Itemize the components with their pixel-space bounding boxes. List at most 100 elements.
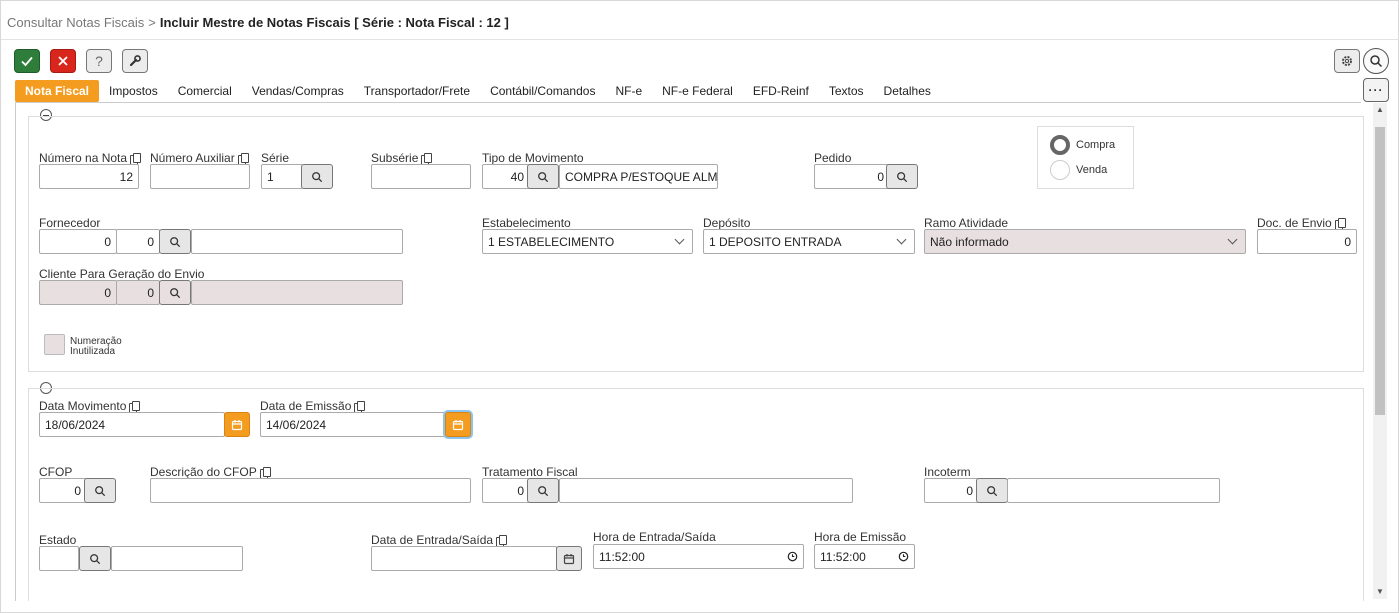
copy-icon[interactable] [496, 534, 508, 547]
tipo-movimento-description: COMPRA P/ESTOQUE ALMOX [559, 164, 718, 189]
tab-detalhes[interactable]: Detalhes [874, 80, 941, 102]
tratamento-fiscal-input[interactable]: 0 [482, 478, 530, 503]
copy-icon[interactable] [1334, 217, 1346, 230]
calendar-icon [563, 553, 575, 564]
scroll-down-icon[interactable]: ▼ [1374, 587, 1386, 596]
form-content: Número na Nota 12 Número Auxiliar Série … [15, 103, 1373, 601]
hora-entrada-saida-input[interactable]: 11:52:00 [593, 544, 804, 569]
numeracao-inutilizada-label: Numeração Inutilizada [70, 336, 122, 357]
radio-compra[interactable]: Compra [1050, 135, 1115, 155]
copy-icon[interactable] [421, 152, 433, 165]
cliente-envio-code1-input[interactable]: 0 [39, 280, 117, 305]
cliente-envio-search-button[interactable] [159, 280, 191, 305]
doc-envio-label: Doc. de Envio [1257, 216, 1346, 230]
cfop-search-button[interactable] [84, 478, 116, 503]
tools-button[interactable] [122, 49, 148, 73]
copy-icon[interactable] [130, 152, 142, 165]
tab-impostos[interactable]: Impostos [99, 80, 168, 102]
estabelecimento-value: 1 ESTABELECIMENTO [488, 234, 615, 249]
search-icon [897, 171, 908, 182]
radio-compra-circle[interactable] [1050, 135, 1070, 155]
global-search-button[interactable] [1363, 48, 1389, 74]
scroll-up-icon[interactable]: ▲ [1374, 105, 1386, 114]
serie-search-button[interactable] [301, 164, 333, 189]
incoterm-input[interactable]: 0 [924, 478, 979, 503]
settings-button[interactable] [1334, 49, 1360, 73]
deposito-select[interactable]: 1 DEPOSITO ENTRADA [703, 229, 915, 254]
cfop-input[interactable]: 0 [39, 478, 87, 503]
hora-emissao-input[interactable]: 11:52:00 [814, 544, 915, 569]
section-datas: Data Movimento 18/06/2024 Data de Emissã… [28, 388, 1364, 601]
data-emissao-label: Data de Emissão [260, 399, 366, 413]
tipo-movimento-code-input[interactable]: 40 [482, 164, 530, 189]
help-button[interactable]: ? [86, 49, 112, 73]
estado-search-button[interactable] [79, 546, 111, 571]
breadcrumb-separator: > [148, 15, 156, 30]
estabelecimento-select[interactable]: 1 ESTABELECIMENTO [482, 229, 693, 254]
tratamento-fiscal-search-button[interactable] [527, 478, 559, 503]
descricao-cfop-input[interactable] [150, 478, 471, 503]
copy-icon[interactable] [237, 152, 249, 165]
cliente-envio-label: Cliente Para Geração do Envio [39, 267, 205, 281]
hora-entrada-saida-value: 11:52:00 [599, 549, 645, 564]
data-emissao-input[interactable]: 14/06/2024 [260, 412, 446, 437]
serie-label: Série [261, 151, 290, 165]
copy-icon[interactable] [129, 400, 141, 413]
descricao-cfop-label: Descrição do CFOP [150, 465, 271, 479]
tab-nota-fiscal[interactable]: Nota Fiscal [15, 80, 100, 102]
incoterm-search-button[interactable] [976, 478, 1008, 503]
search-icon [538, 171, 549, 182]
tipo-movimento-search-button[interactable] [527, 164, 559, 189]
estado-description [111, 546, 243, 571]
tab-textos[interactable]: Textos [819, 80, 874, 102]
section-nota-fiscal: Número na Nota 12 Número Auxiliar Série … [28, 116, 1364, 372]
tab-comercial[interactable]: Comercial [168, 80, 242, 102]
fornecedor-code2-input[interactable]: 0 [116, 229, 160, 254]
search-icon [987, 485, 998, 496]
data-movimento-calendar-button[interactable] [224, 412, 250, 437]
doc-envio-input[interactable]: 0 [1257, 229, 1357, 254]
subserie-input[interactable] [371, 164, 471, 189]
gear-icon [1342, 56, 1352, 66]
tab-nfe-federal[interactable]: NF-e Federal [652, 80, 743, 102]
radio-venda-circle[interactable] [1050, 160, 1070, 180]
tab-transportador-frete[interactable]: Transportador/Frete [354, 80, 480, 102]
ramo-atividade-select[interactable]: Não informado [924, 229, 1246, 254]
cancel-button[interactable] [50, 49, 76, 73]
deposito-label: Depósito [703, 216, 751, 230]
scrollbar-thumb[interactable] [1375, 127, 1385, 415]
tab-bar: Nota Fiscal Impostos Comercial Vendas/Co… [15, 80, 941, 102]
tab-efd-reinf[interactable]: EFD-Reinf [743, 80, 819, 102]
data-entrada-saida-calendar-button[interactable] [556, 546, 582, 571]
data-movimento-input[interactable]: 18/06/2024 [39, 412, 225, 437]
cliente-envio-code2-input[interactable]: 0 [116, 280, 160, 305]
numero-auxiliar-input[interactable] [150, 164, 250, 189]
serie-input[interactable]: 1 [261, 164, 303, 189]
app-window: Consultar Notas Fiscais > Incluir Mestre d… [0, 0, 1399, 613]
fornecedor-search-button[interactable] [159, 229, 191, 254]
wrench-icon [129, 55, 141, 67]
tab-contabil-comandos[interactable]: Contábil/Comandos [480, 80, 605, 102]
numero-nota-label: Número na Nota [39, 151, 142, 165]
estado-input[interactable] [39, 546, 79, 571]
confirm-button[interactable] [14, 49, 40, 73]
tab-vendas-compras[interactable]: Vendas/Compras [242, 80, 354, 102]
numero-nota-input[interactable]: 12 [39, 164, 139, 189]
chevron-down-icon [674, 234, 685, 245]
data-emissao-calendar-button[interactable] [445, 412, 471, 437]
vertical-scrollbar[interactable]: ▲ ▼ [1373, 103, 1387, 599]
breadcrumb-parent-link[interactable]: Consultar Notas Fiscais [7, 15, 144, 30]
radio-venda[interactable]: Venda [1050, 160, 1107, 180]
more-options-button[interactable]: ··· [1363, 78, 1389, 102]
ramo-atividade-label: Ramo Atividade [924, 216, 1009, 230]
numeracao-inutilizada-checkbox[interactable] [44, 334, 65, 355]
pedido-search-button[interactable] [886, 164, 918, 189]
copy-icon[interactable] [354, 400, 366, 413]
data-entrada-saida-label: Data de Entrada/Saída [371, 533, 508, 547]
ramo-atividade-value: Não informado [930, 234, 1009, 249]
pedido-input[interactable]: 0 [814, 164, 890, 189]
data-entrada-saida-input[interactable] [371, 546, 557, 571]
fornecedor-code1-input[interactable]: 0 [39, 229, 117, 254]
copy-icon[interactable] [259, 466, 271, 479]
tab-nfe[interactable]: NF-e [605, 80, 652, 102]
